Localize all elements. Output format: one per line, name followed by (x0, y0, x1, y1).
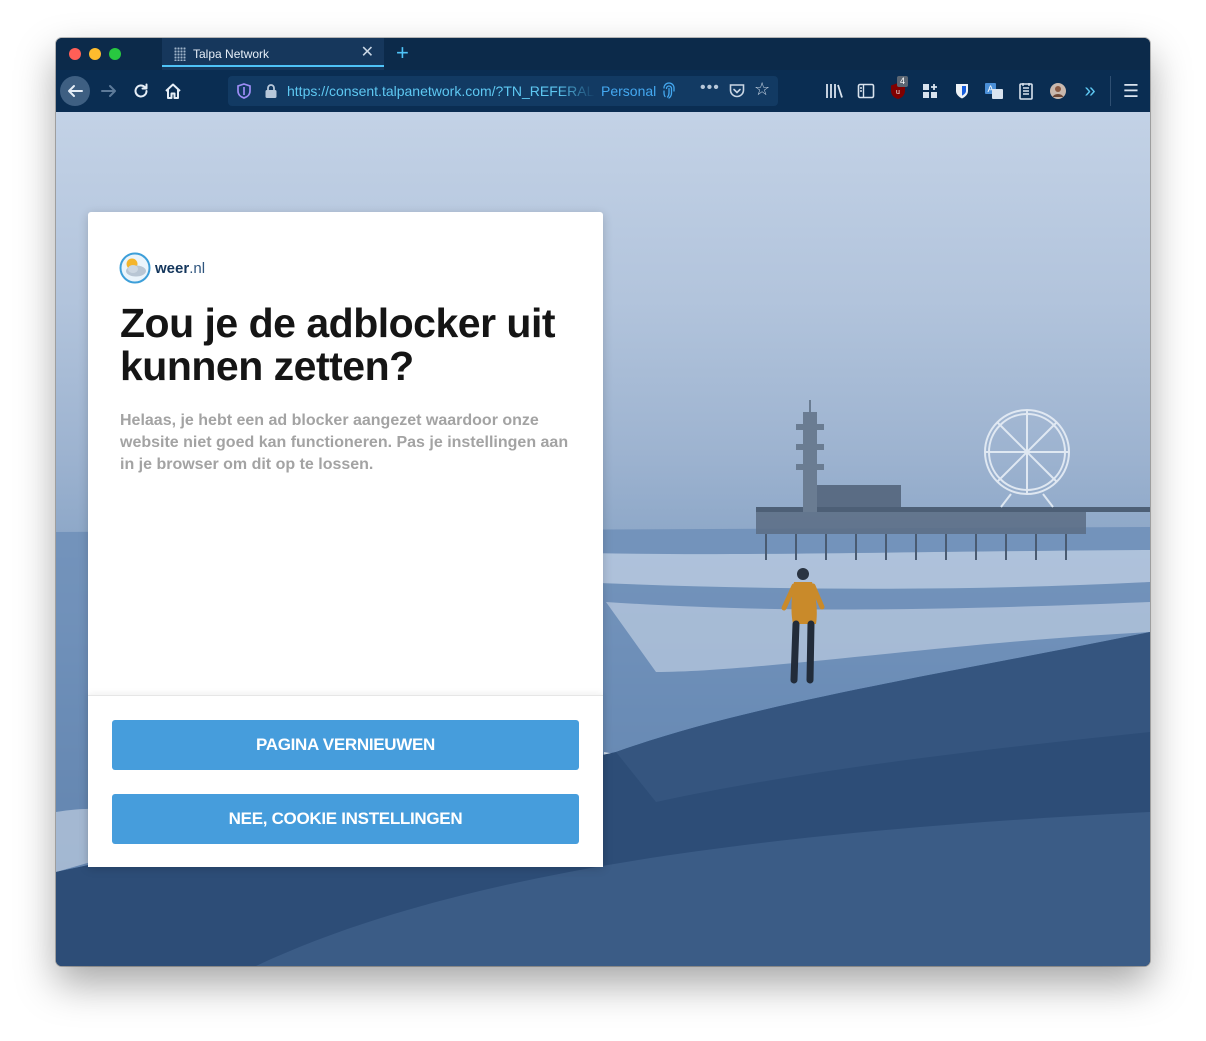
tab-title: Talpa Network (193, 47, 270, 61)
ublock-badge-count: 4 (897, 76, 909, 87)
refresh-page-button[interactable]: PAGINA VERNIEUWEN (112, 720, 579, 770)
url-bar[interactable]: https://consent.talpanetwork.com/?TN_REF… (228, 76, 778, 106)
toolbar-separator (1110, 76, 1111, 106)
logo-wordmark: weer.nl (155, 260, 205, 277)
home-button[interactable] (160, 76, 186, 106)
weer-nl-logo: weer.nl (119, 252, 205, 284)
dialog-button-area: PAGINA VERNIEUWEN NEE, COOKIE INSTELLING… (88, 695, 603, 867)
tab-bar: Talpa Network ✕ + (56, 38, 1150, 70)
lock-icon[interactable] (264, 83, 278, 99)
bookmark-star-icon[interactable]: ☆ (754, 79, 770, 100)
zoom-window-button[interactable] (109, 48, 121, 60)
sidebar-icon[interactable] (854, 79, 878, 103)
new-tab-button[interactable]: + (396, 41, 409, 65)
cookie-settings-button[interactable]: NEE, COOKIE INSTELLINGEN (112, 794, 579, 844)
arrow-left-icon (68, 85, 83, 97)
navigation-toolbar: https://consent.talpanetwork.com/?TN_REF… (56, 70, 1150, 112)
talpa-favicon-icon (174, 47, 186, 61)
pocket-icon[interactable] (728, 82, 746, 100)
minimize-window-button[interactable] (89, 48, 101, 60)
adblock-dialog: weer.nl Zou je de adblocker uit kunnen z… (88, 212, 603, 867)
tab-talpa-network[interactable]: Talpa Network ✕ (162, 38, 384, 70)
browser-window: Talpa Network ✕ + https://consent.talpan… (56, 38, 1150, 966)
dialog-description: Helaas, je hebt een ad blocker aangezet … (120, 412, 569, 473)
hamburger-menu-icon[interactable]: ☰ (1119, 79, 1143, 103)
home-icon (165, 83, 181, 99)
extensions-grid-icon[interactable] (918, 79, 942, 103)
tracking-protection-shield-icon[interactable] (236, 83, 252, 99)
ublock-origin-icon[interactable]: u 4 (886, 76, 910, 103)
forward-button[interactable] (96, 76, 122, 106)
container-label-personal[interactable]: Personal (601, 83, 656, 99)
bitwarden-shield-icon[interactable] (950, 79, 974, 103)
page-actions-button[interactable]: ••• (700, 79, 720, 97)
url-text[interactable]: https://consent.talpanetwork.com/?TN_REF… (287, 83, 595, 99)
close-window-button[interactable] (69, 48, 81, 60)
dialog-title: Zou je de adblocker uit kunnen zetten? (120, 300, 556, 389)
notes-icon[interactable] (1014, 79, 1038, 103)
logo-name: weer (155, 259, 190, 277)
fingerprint-icon (663, 82, 675, 99)
back-button[interactable] (60, 76, 90, 106)
library-icon[interactable] (822, 79, 846, 103)
weather-sun-cloud-icon (119, 252, 151, 284)
active-tab-indicator (162, 65, 384, 67)
page-content: weer.nl Zou je de adblocker uit kunnen z… (56, 112, 1150, 966)
reload-icon (134, 83, 148, 98)
translate-icon[interactable]: A (982, 79, 1006, 103)
arrow-right-icon (101, 85, 116, 97)
more-tools-button[interactable]: » (1078, 79, 1102, 103)
tab-close-icon[interactable]: ✕ (361, 44, 374, 62)
reload-button[interactable] (128, 76, 154, 106)
logo-tld: .nl (189, 259, 206, 277)
svg-text:u: u (896, 89, 900, 96)
account-avatar-icon[interactable] (1046, 79, 1070, 103)
